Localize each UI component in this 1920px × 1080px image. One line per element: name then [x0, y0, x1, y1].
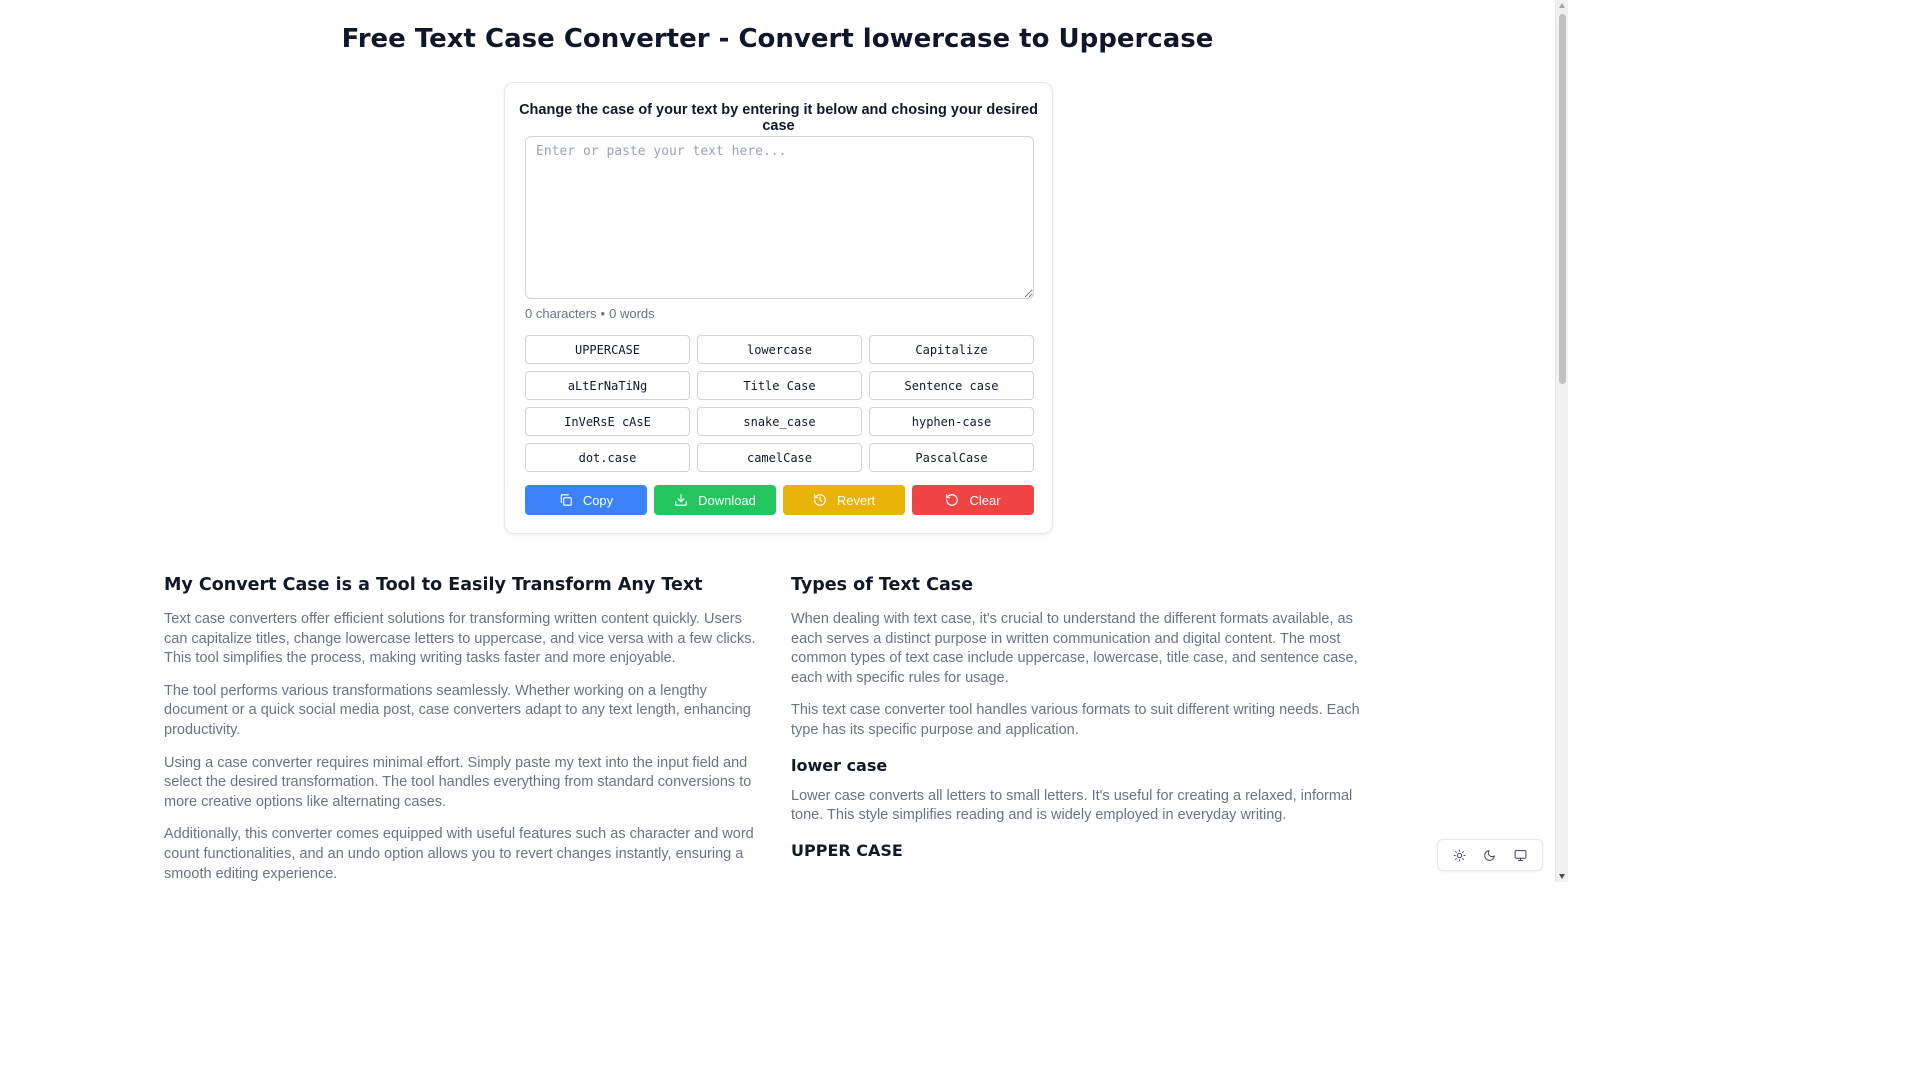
action-buttons: Copy Download Revert Clear	[525, 485, 1034, 515]
page-scrollbar[interactable]	[1555, 0, 1568, 882]
sentence-case-button[interactable]: Sentence case	[869, 371, 1034, 400]
alternating-case-button[interactable]: aLtErNaTiNg	[525, 371, 690, 400]
word-count: 0 words	[609, 306, 655, 321]
case-options: UPPERCASE lowercase Capitalize aLtErNaTi…	[525, 335, 1034, 472]
hyphen-case-button[interactable]: hyphen-case	[869, 407, 1034, 436]
types-section: Types of Text Case When dealing with tex…	[791, 573, 1387, 872]
clear-button[interactable]: Clear	[912, 485, 1034, 515]
types-paragraph: When dealing with text case, it's crucia…	[791, 611, 1358, 686]
theme-switcher	[1437, 839, 1543, 871]
uppercase-button[interactable]: UPPERCASE	[525, 335, 690, 364]
inverse-case-button[interactable]: InVeRsE cAsE	[525, 407, 690, 436]
scroll-up-arrow-icon[interactable]	[1559, 3, 1565, 8]
system-theme-button[interactable]	[1511, 845, 1531, 865]
dark-theme-button[interactable]	[1480, 845, 1500, 865]
snake-case-button[interactable]: snake_case	[697, 407, 862, 436]
about-heading: My Convert Case is a Tool to Easily Tran…	[164, 575, 703, 595]
text-stats: 0 characters • 0 words	[525, 306, 655, 321]
character-count: 0 characters	[525, 306, 597, 321]
about-paragraph: Additionally, this converter comes equip…	[164, 826, 754, 882]
monitor-icon	[1514, 849, 1527, 861]
about-paragraph: The tool performs various transformation…	[164, 682, 751, 738]
lower-case-heading: lower case	[791, 755, 888, 775]
download-button[interactable]: Download	[654, 485, 776, 515]
pascal-case-button[interactable]: PascalCase	[869, 443, 1034, 472]
text-input[interactable]	[525, 136, 1034, 299]
types-paragraph: This text case converter tool handles va…	[791, 702, 1360, 738]
scroll-down-arrow-icon[interactable]	[1559, 874, 1565, 879]
revert-label: Revert	[836, 492, 876, 508]
converter-subtitle: Change the case of your text by entering…	[519, 102, 1038, 134]
about-paragraph: Using a case converter requires minimal …	[164, 754, 752, 810]
download-label: Download	[698, 492, 756, 508]
lower-case-paragraph: Lower case converts all letters to small…	[791, 787, 1353, 824]
copy-button[interactable]: Copy	[525, 485, 647, 515]
about-paragraph: Text case converters offer efficient sol…	[164, 611, 756, 667]
upper-case-heading: UPPER CASE	[791, 840, 903, 860]
types-heading: Types of Text Case	[791, 575, 974, 595]
copy-label: Copy	[582, 492, 614, 508]
lowercase-button[interactable]: lowercase	[697, 335, 862, 364]
history-icon	[814, 494, 826, 506]
moon-icon	[1484, 849, 1496, 861]
title-case-button[interactable]: Title Case	[697, 371, 862, 400]
revert-button[interactable]: Revert	[783, 485, 905, 515]
rotate-ccw-icon	[946, 494, 959, 506]
camel-case-button[interactable]: camelCase	[697, 443, 862, 472]
copy-icon	[560, 494, 572, 506]
page-title: Free Text Case Converter - Convert lower…	[341, 24, 1214, 54]
about-section: My Convert Case is a Tool to Easily Tran…	[164, 573, 760, 897]
capitalize-button[interactable]: Capitalize	[869, 335, 1034, 364]
converter-card: Change the case of your text by entering…	[504, 82, 1053, 534]
download-icon	[675, 494, 687, 506]
dot-case-button[interactable]: dot.case	[525, 443, 690, 472]
scrollbar-thumb[interactable]	[1559, 14, 1566, 384]
stats-separator: •	[600, 306, 606, 321]
sun-icon	[1453, 849, 1466, 861]
light-theme-button[interactable]	[1449, 845, 1469, 865]
clear-label: Clear	[969, 492, 1001, 508]
